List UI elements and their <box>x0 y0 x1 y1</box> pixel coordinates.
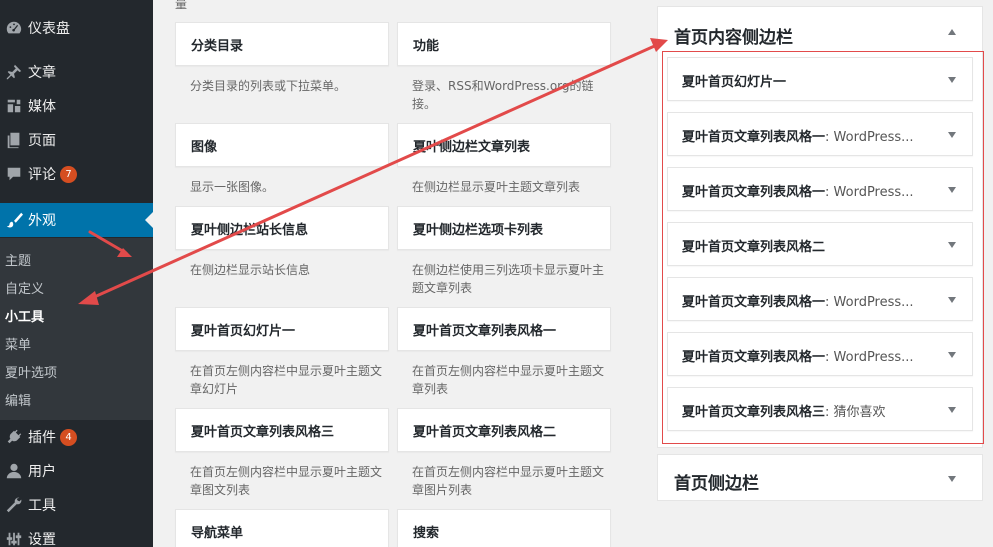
expand-down-icon[interactable] <box>948 352 956 358</box>
widget-sidebar-tab-list[interactable]: 夏叶侧边栏选项卡列表 <box>397 206 611 250</box>
sidebar-widget[interactable]: 夏叶首页文章列表风格一: WordPress... <box>667 112 973 156</box>
expand-down-icon[interactable] <box>948 77 956 83</box>
widget-sidebar-post-list[interactable]: 夏叶侧边栏文章列表 <box>397 123 611 167</box>
widget-categories[interactable]: 分类目录 <box>175 22 389 66</box>
widget-search[interactable]: 搜索 <box>397 509 611 547</box>
expand-down-icon[interactable] <box>948 187 956 193</box>
menu-item-comments[interactable]: 评论 7 <box>0 157 153 191</box>
widget-nav-menu[interactable]: 导航菜单 <box>175 509 389 547</box>
sidebar-widget-title: 夏叶首页文章列表风格一: WordPress... <box>682 295 914 310</box>
menu-item-plugins[interactable]: 插件 4 <box>0 420 153 454</box>
admin-sidebar: 仪表盘 文章 媒体 页面 评论 7 外观 主题 自定义 小工具 菜单 夏叶选项 … <box>0 0 153 547</box>
submenu-item-theme-options[interactable]: 夏叶选项 <box>5 362 57 381</box>
settings-icon <box>0 530 28 547</box>
widget-description: 在侧边栏显示站长信息 <box>190 263 311 277</box>
menu-item-settings[interactable]: 设置 <box>0 522 153 547</box>
dashboard-icon <box>0 19 28 37</box>
appearance-submenu: 主题 自定义 小工具 菜单 夏叶选项 编辑 <box>0 238 153 420</box>
menu-label: 评论 <box>28 167 56 183</box>
sidebar-widget[interactable]: 夏叶首页文章列表风格三: 猜你喜欢 <box>667 387 973 431</box>
sidebar-widget-title: 夏叶首页文章列表风格三: 猜你喜欢 <box>682 405 886 420</box>
sidebar-widget[interactable]: 夏叶首页幻灯片一 <box>667 57 973 101</box>
sidebar-widget[interactable]: 夏叶首页文章列表风格一: WordPress... <box>667 167 973 211</box>
menu-label: 媒体 <box>28 99 56 115</box>
sidebar-widget[interactable]: 夏叶首页文章列表风格二 <box>667 222 973 266</box>
sidebar-widget-title: 夏叶首页幻灯片一 <box>682 75 787 90</box>
menu-item-posts[interactable]: 文章 <box>0 55 153 89</box>
widget-description: 登录、RSS和WordPress.org的链接。 <box>412 79 594 111</box>
widget-description: 在侧边栏显示夏叶主题文章列表 <box>412 180 581 194</box>
sidebar-widget-title: 夏叶首页文章列表风格二 <box>682 240 826 255</box>
widget-sidebar-owner-info[interactable]: 夏叶侧边栏站长信息 <box>175 206 389 250</box>
sidebar-widget-title: 夏叶首页文章列表风格一: WordPress... <box>682 130 914 145</box>
sidebar-widget-title: 夏叶首页文章列表风格一: WordPress... <box>682 185 914 200</box>
expand-down-icon[interactable] <box>948 407 956 413</box>
widget-description: 在首页左侧内容栏中显示夏叶主题文章图片列表 <box>412 465 605 497</box>
expand-down-icon[interactable] <box>948 476 956 482</box>
menu-label: 文章 <box>28 65 56 81</box>
expand-down-icon[interactable] <box>948 297 956 303</box>
menu-label: 仪表盘 <box>28 21 70 37</box>
menu-label: 页面 <box>28 133 56 149</box>
user-icon <box>0 462 28 480</box>
widget-description: 显示一张图像。 <box>190 180 275 194</box>
submenu-item-themes[interactable]: 主题 <box>5 250 31 269</box>
widget-image[interactable]: 图像 <box>175 123 389 167</box>
menu-item-appearance[interactable]: 外观 <box>0 203 153 237</box>
widget-meta[interactable]: 功能 <box>397 22 611 66</box>
home-sidebar-panel[interactable]: 首页侧边栏 <box>657 454 983 501</box>
comment-icon <box>0 165 28 183</box>
sidebar-title[interactable]: 首页内容侧边栏 <box>674 23 793 48</box>
menu-label: 插件 <box>28 430 56 446</box>
comment-count-badge: 7 <box>60 165 77 183</box>
widget-home-list-style-one[interactable]: 夏叶首页文章列表风格一 <box>397 307 611 351</box>
pin-icon <box>0 63 28 81</box>
sidebar-widget[interactable]: 夏叶首页文章列表风格一: WordPress... <box>667 332 973 376</box>
submenu-item-widgets[interactable]: 小工具 <box>5 306 44 325</box>
menu-item-pages[interactable]: 页面 <box>0 123 153 157</box>
widget-description: 在首页左侧内容栏中显示夏叶主题文章幻灯片 <box>190 364 383 396</box>
submenu-item-menus[interactable]: 菜单 <box>5 334 31 353</box>
expand-down-icon[interactable] <box>948 132 956 138</box>
menu-item-users[interactable]: 用户 <box>0 454 153 488</box>
plugin-icon <box>0 428 28 446</box>
sidebar-widget[interactable]: 夏叶首页文章列表风格一: WordPress... <box>667 277 973 321</box>
widget-home-list-style-three[interactable]: 夏叶首页文章列表风格三 <box>175 408 389 452</box>
menu-item-tools[interactable]: 工具 <box>0 488 153 522</box>
submenu-item-customize[interactable]: 自定义 <box>5 278 44 297</box>
widget-home-list-style-two[interactable]: 夏叶首页文章列表风格二 <box>397 408 611 452</box>
sidebar-title[interactable]: 首页侧边栏 <box>674 469 759 494</box>
widget-description: 在首页左侧内容栏中显示夏叶主题文章列表 <box>412 364 605 396</box>
menu-item-dashboard[interactable]: 仪表盘 <box>0 11 153 45</box>
brush-icon <box>0 211 28 229</box>
widget-description: 分类目录的列表或下拉菜单。 <box>190 79 347 93</box>
collapse-up-icon[interactable] <box>948 29 956 35</box>
menu-label: 设置 <box>28 532 56 547</box>
sidebar-widget-title: 夏叶首页文章列表风格一: WordPress... <box>682 350 914 365</box>
menu-item-media[interactable]: 媒体 <box>0 89 153 123</box>
menu-label: 工具 <box>28 498 56 514</box>
truncated-description: 量 <box>175 0 188 11</box>
submenu-item-editor[interactable]: 编辑 <box>5 390 31 409</box>
widget-home-slider-one[interactable]: 夏叶首页幻灯片一 <box>175 307 389 351</box>
widget-description: 在侧边栏使用三列选项卡显示夏叶主题文章列表 <box>412 263 605 295</box>
plugin-update-badge: 4 <box>60 428 77 446</box>
menu-label: 外观 <box>28 213 56 229</box>
page-icon <box>0 131 28 149</box>
menu-label: 用户 <box>28 464 56 480</box>
media-icon <box>0 97 28 115</box>
wrench-icon <box>0 496 28 514</box>
expand-down-icon[interactable] <box>948 242 956 248</box>
widget-description: 在首页左侧内容栏中显示夏叶主题文章图文列表 <box>190 465 383 497</box>
